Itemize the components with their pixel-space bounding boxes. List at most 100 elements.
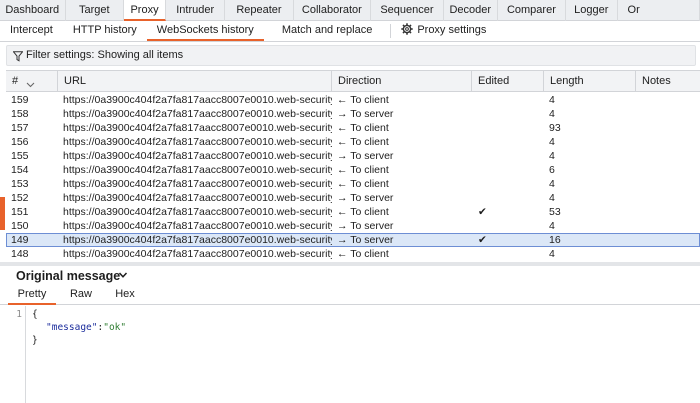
tab-comparer[interactable]: Comparer: [498, 0, 566, 21]
cell-direction: ← To client: [337, 206, 389, 218]
cell-edited: [472, 163, 544, 177]
cell-direction: ← To client: [337, 122, 389, 134]
cell-length: 93: [549, 122, 561, 134]
tab-intruder[interactable]: Intruder: [166, 0, 226, 21]
cell-edited: [472, 219, 544, 233]
cell-number: 153: [11, 178, 29, 190]
tab-dashboard[interactable]: Dashboard: [0, 0, 66, 21]
tab-pretty[interactable]: Pretty: [8, 285, 56, 305]
cell-number: 155: [11, 150, 29, 162]
gear-icon: [401, 23, 414, 42]
cell-direction: ← To client: [337, 164, 389, 176]
cell-direction: → To server: [337, 220, 394, 232]
filter-settings-button[interactable]: Filter settings: Showing all items: [6, 45, 696, 66]
cell-length: 4: [549, 220, 555, 232]
cell-notes: [636, 149, 700, 163]
json-open-brace: {: [32, 309, 38, 320]
cell-number: 156: [11, 136, 29, 148]
cell-number: 148: [11, 248, 29, 260]
message-view-tabs: Pretty Raw Hex: [0, 285, 700, 305]
cell-length: 4: [549, 94, 555, 106]
line-number: 1: [16, 309, 22, 320]
cell-url: https://0a3900c404f2a7fa817aacc8007e0010…: [63, 150, 332, 162]
cell-number: 157: [11, 122, 29, 134]
table-row[interactable]: 154 https://0a3900c404f2a7fa817aacc8007e0…: [6, 163, 700, 177]
cell-edited: [472, 135, 544, 149]
cell-notes: [636, 247, 700, 261]
table-header: # URL Direction Edited Length Notes: [6, 71, 700, 92]
proxy-settings-button[interactable]: Proxy settings: [399, 21, 496, 41]
tab-intercept[interactable]: Intercept: [0, 21, 63, 41]
cell-notes: [636, 121, 700, 135]
cell-url: https://0a3900c404f2a7fa817aacc8007e0010…: [63, 108, 332, 120]
cell-length: 16: [549, 234, 561, 246]
cell-notes: [636, 107, 700, 121]
table-row[interactable]: 159 https://0a3900c404f2a7fa817aacc8007e0…: [6, 93, 700, 107]
cell-direction: → To server: [337, 192, 394, 204]
tab-target[interactable]: Target: [66, 0, 125, 21]
cell-notes: [636, 219, 700, 233]
cell-length: 4: [549, 192, 555, 204]
json-close-brace: }: [32, 335, 38, 346]
tab-organizer[interactable]: Or: [618, 0, 700, 21]
tab-collaborator[interactable]: Collaborator: [294, 0, 372, 21]
cell-direction: ← To client: [337, 94, 389, 106]
cell-notes: [636, 233, 700, 247]
tab-proxy[interactable]: Proxy: [124, 0, 166, 21]
cell-length: 4: [549, 108, 555, 120]
cell-length: 4: [549, 150, 555, 162]
cell-edited: [472, 149, 544, 163]
cell-length: 4: [549, 248, 555, 260]
cell-edited: [472, 177, 544, 191]
table-row[interactable]: 155 https://0a3900c404f2a7fa817aacc8007e0…: [6, 149, 700, 163]
cell-url: https://0a3900c404f2a7fa817aacc8007e0010…: [63, 178, 332, 190]
column-header-length[interactable]: Length: [544, 71, 636, 92]
left-edge-accent: [0, 197, 5, 230]
column-header-notes[interactable]: Notes: [636, 71, 700, 92]
table-row[interactable]: 158 https://0a3900c404f2a7fa817aacc8007e0…: [6, 107, 700, 121]
tab-http-history[interactable]: HTTP history: [63, 21, 147, 41]
table-row[interactable]: 152 https://0a3900c404f2a7fa817aacc8007e0…: [6, 191, 700, 205]
tab-raw[interactable]: Raw: [62, 285, 100, 305]
tab-decoder[interactable]: Decoder: [444, 0, 498, 21]
column-header-direction[interactable]: Direction: [332, 71, 472, 92]
tab-repeater[interactable]: Repeater: [225, 0, 294, 21]
column-header-url[interactable]: URL: [58, 71, 332, 92]
cell-length: 4: [549, 178, 555, 190]
table-body: 159 https://0a3900c404f2a7fa817aacc8007e0…: [6, 93, 700, 263]
table-row[interactable]: 153 https://0a3900c404f2a7fa817aacc8007e0…: [6, 177, 700, 191]
table-row[interactable]: 156 https://0a3900c404f2a7fa817aacc8007e0…: [6, 135, 700, 149]
cell-direction: → To server: [337, 234, 394, 246]
json-code: { "message":"ok" }: [32, 308, 126, 347]
table-row[interactable]: 151 https://0a3900c404f2a7fa817aacc8007e0…: [6, 205, 700, 219]
cell-url: https://0a3900c404f2a7fa817aacc8007e0010…: [63, 192, 332, 204]
message-panel-title[interactable]: Original message: [16, 267, 120, 285]
cell-url: https://0a3900c404f2a7fa817aacc8007e0010…: [63, 164, 332, 176]
split-pane-divider[interactable]: [0, 262, 700, 266]
main-tab-bar: Dashboard Target Proxy Intruder Repeater…: [0, 0, 700, 21]
tab-websockets-history[interactable]: WebSockets history: [146, 21, 264, 41]
cell-number: 150: [11, 220, 29, 232]
chevron-down-icon[interactable]: [118, 270, 128, 283]
cell-url: https://0a3900c404f2a7fa817aacc8007e0010…: [63, 220, 332, 232]
tab-sequencer[interactable]: Sequencer: [371, 0, 444, 21]
tab-match-and-replace[interactable]: Match and replace: [272, 21, 383, 41]
tab-separator: [390, 24, 392, 38]
table-row[interactable]: 157 https://0a3900c404f2a7fa817aacc8007e0…: [6, 121, 700, 135]
proxy-settings-label: Proxy settings: [417, 24, 487, 36]
column-header-edited[interactable]: Edited: [472, 71, 544, 92]
tab-hex[interactable]: Hex: [106, 285, 144, 305]
table-row[interactable]: 149 https://0a3900c404f2a7fa817aacc8007e0…: [6, 233, 700, 247]
line-number-gutter: 1: [8, 306, 26, 403]
table-row[interactable]: 148 https://0a3900c404f2a7fa817aacc8007e0…: [6, 247, 700, 261]
tab-logger[interactable]: Logger: [566, 0, 618, 21]
cell-length: 53: [549, 206, 561, 218]
message-editor[interactable]: 1 { "message":"ok" }: [0, 306, 700, 403]
cell-length: 4: [549, 136, 555, 148]
cell-notes: [636, 191, 700, 205]
column-header-number[interactable]: #: [6, 71, 58, 92]
column-header-number-label: #: [12, 75, 19, 87]
cell-direction: → To server: [337, 150, 394, 162]
cell-direction: ← To client: [337, 248, 389, 260]
table-row[interactable]: 150 https://0a3900c404f2a7fa817aacc8007e0…: [6, 219, 700, 233]
